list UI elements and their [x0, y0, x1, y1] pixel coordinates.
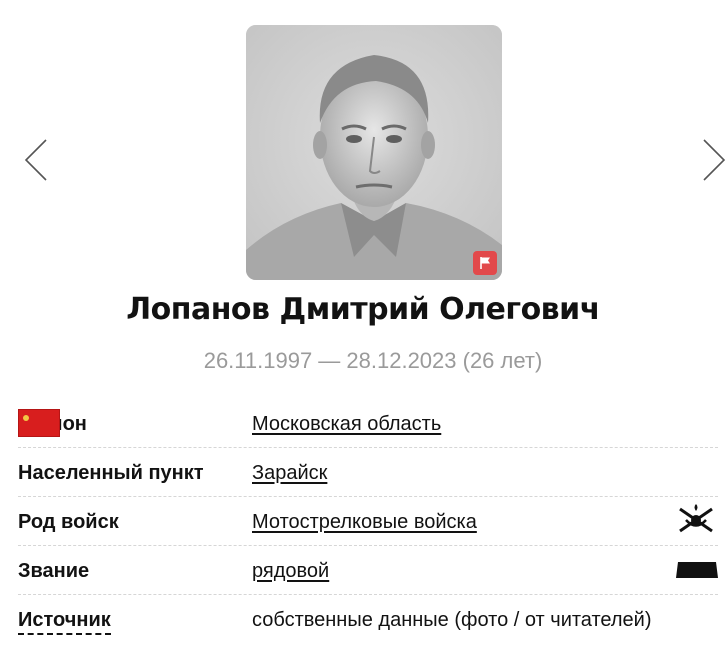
flag-badge-button[interactable] — [473, 251, 497, 275]
rank-label: Звание — [18, 560, 90, 582]
info-table: Регион Московская область Населенный пун… — [18, 399, 718, 644]
info-row-region: Регион Московская область — [18, 399, 718, 448]
info-row-settlement: Населенный пункт Зарайск — [18, 448, 718, 497]
settlement-link[interactable]: Зарайск — [252, 462, 327, 485]
info-row-branch: Род войск Мотострелковые войска — [18, 497, 718, 546]
previous-arrow-button[interactable] — [22, 138, 52, 182]
branch-label: Род войск — [18, 511, 119, 533]
motor-rifle-emblem-icon — [674, 503, 718, 537]
rank-insignia-icon — [676, 558, 718, 582]
region-link[interactable]: Московская область — [252, 413, 441, 436]
branch-link[interactable]: Мотострелковые войска — [252, 511, 477, 534]
source-label[interactable]: Источник — [18, 609, 111, 635]
rank-link[interactable]: рядовой — [252, 560, 329, 583]
person-name: Лопанов Дмитрий Олегович — [126, 292, 600, 327]
life-dates: 26.11.1997 — 28.12.2023 (26 лет) — [203, 348, 543, 373]
flag-icon — [480, 257, 490, 269]
info-row-rank: Звание рядовой — [18, 546, 718, 595]
source-value: собственные данные (фото / от читателей) — [252, 609, 652, 631]
portrait-photo — [246, 25, 502, 280]
chevron-left-icon — [24, 139, 47, 181]
settlement-label: Населенный пункт — [18, 462, 204, 484]
next-arrow-button[interactable] — [700, 138, 726, 182]
info-row-source: Источник собственные данные (фото / от ч… — [18, 595, 718, 644]
chevron-right-icon — [703, 139, 726, 181]
region-flag-icon — [18, 409, 60, 437]
